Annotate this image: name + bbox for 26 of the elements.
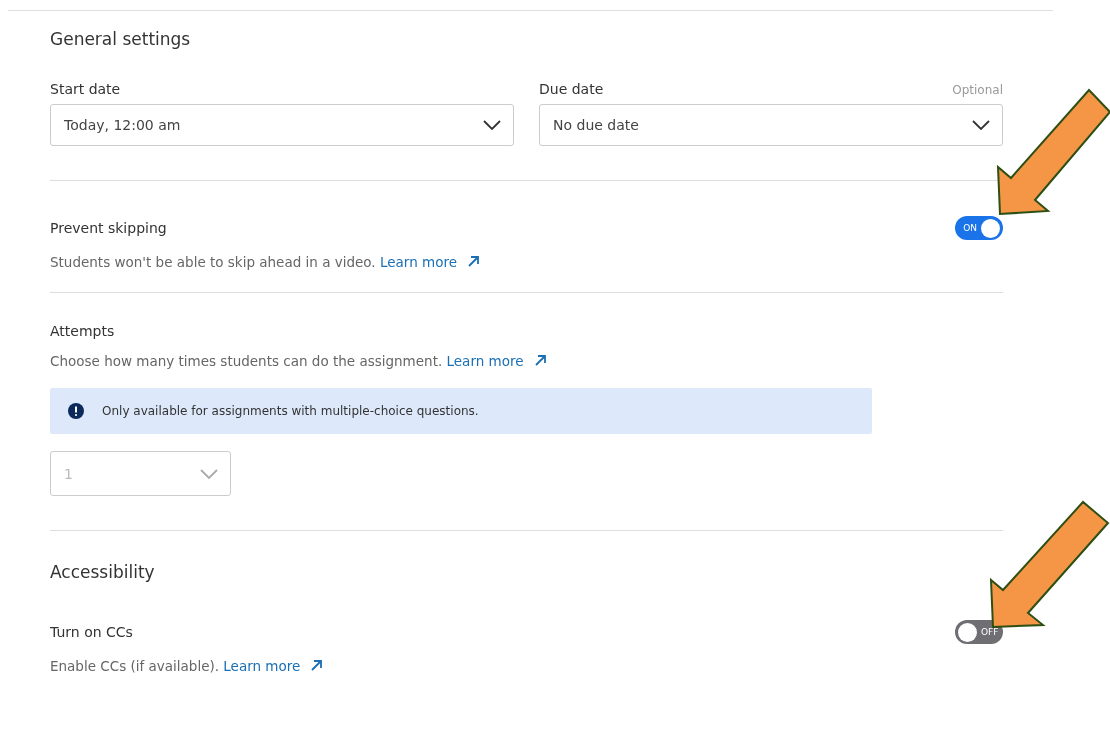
external-link-icon — [466, 255, 480, 268]
info-icon — [68, 403, 84, 419]
field-label: Start date — [50, 81, 121, 97]
toggle-switch[interactable]: ON — [955, 216, 1003, 240]
description-text: Enable CCs (if available). Learn more — [50, 658, 1003, 674]
chevron-down-icon — [200, 468, 218, 479]
info-banner: Only available for assignments with multiple-choice questions. — [50, 388, 872, 434]
section-title: General settings — [50, 29, 192, 51]
external-link-icon — [310, 659, 324, 672]
description-text: Students won't be able to skip ahead in a video. Learn more — [50, 254, 1003, 270]
date-dropdown[interactable]: No due date — [539, 104, 1003, 146]
field-label: Due date — [539, 81, 604, 97]
setting-label: Turn on CCs — [50, 624, 133, 640]
learn-more-link[interactable]: Learn more — [446, 353, 524, 369]
chevron-down-icon — [972, 120, 990, 130]
setting-label: Prevent skipping — [50, 220, 167, 236]
section-title: Accessibility — [50, 562, 156, 584]
chevron-down-icon — [483, 120, 501, 130]
optional-hint: Optional — [952, 83, 1003, 97]
learn-more-link[interactable]: Learn more — [379, 254, 457, 270]
setting-label: Attempts — [50, 323, 115, 339]
external-link-icon — [533, 354, 547, 367]
date-dropdown[interactable]: Today, 12:00 am — [50, 104, 514, 146]
description-text: Choose how many times students can do the assignment. Learn more — [50, 353, 1003, 369]
learn-more-link[interactable]: Learn more — [223, 658, 301, 674]
toggle-switch[interactable]: OFF — [955, 620, 1003, 644]
